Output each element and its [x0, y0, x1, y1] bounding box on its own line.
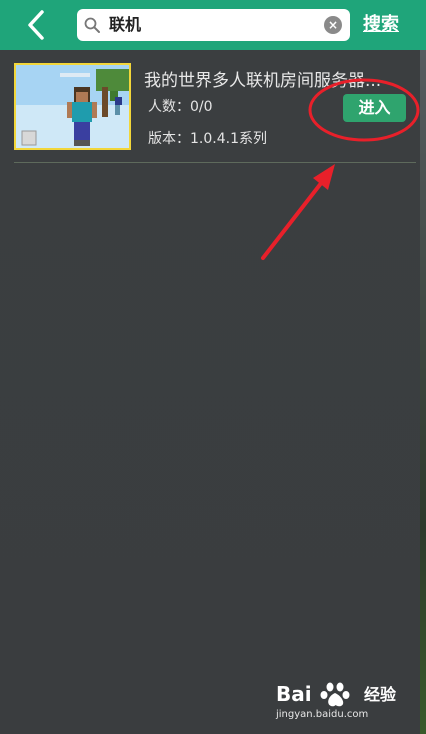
- minecraft-scene-image: [16, 65, 129, 148]
- search-input[interactable]: 联机: [109, 14, 141, 36]
- chevron-left-icon[interactable]: [22, 8, 52, 42]
- version-info: 版本：1.0.4.1系列: [148, 131, 267, 147]
- enter-button[interactable]: 进入: [343, 94, 406, 122]
- magnifier-icon: [84, 17, 100, 33]
- baidu-watermark: Bai 经验 jingyan.baidu.com: [276, 682, 416, 726]
- server-title[interactable]: 我的世界多人联机房间服务器...: [144, 70, 408, 92]
- server-thumbnail[interactable]: [14, 63, 131, 150]
- results-panel: [0, 50, 420, 734]
- watermark-url: jingyan.baidu.com: [276, 709, 369, 720]
- top-bar: 联机 × 搜索: [0, 0, 426, 50]
- players-count: 人数：0/0: [148, 99, 213, 115]
- watermark-brand: Bai: [276, 682, 312, 706]
- row-divider: [14, 162, 416, 163]
- background-edge: [420, 50, 426, 734]
- clear-circle-icon[interactable]: ×: [324, 16, 342, 34]
- search-button[interactable]: 搜索: [363, 13, 399, 37]
- watermark-brand-suffix: 经验: [364, 685, 397, 704]
- search-box[interactable]: 联机 ×: [77, 9, 350, 41]
- baidu-paw-icon: [320, 682, 350, 707]
